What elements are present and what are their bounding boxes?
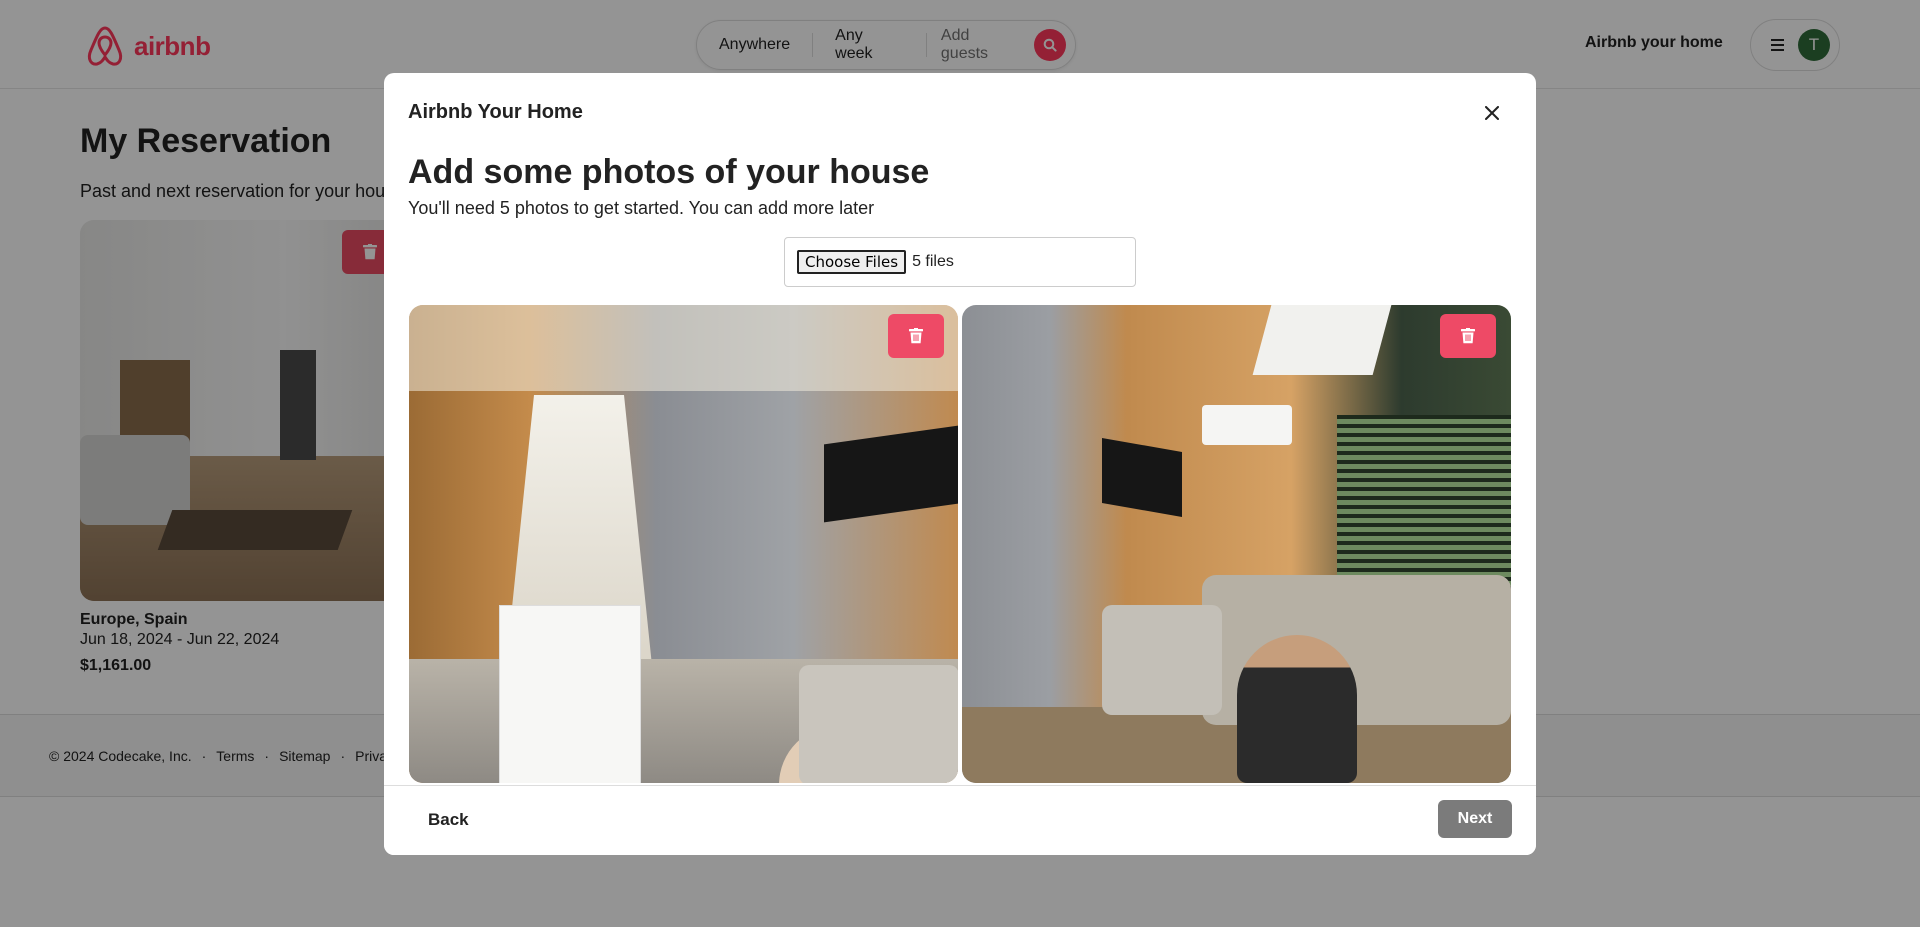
trash-icon [1461, 328, 1475, 344]
uploaded-photo [409, 305, 958, 783]
airbnb-your-home-modal: Airbnb Your Home Add some photos of your… [384, 73, 1536, 855]
modal-footer: Back Next [384, 785, 1536, 855]
delete-photo-button[interactable] [1440, 314, 1496, 358]
modal-heading: Add some photos of your house [408, 153, 930, 191]
file-input[interactable]: Choose Files 5 files [784, 237, 1136, 287]
back-button[interactable]: Back [428, 810, 469, 830]
close-icon [1485, 106, 1499, 120]
next-button[interactable]: Next [1438, 800, 1512, 838]
choose-files-button[interactable]: Choose Files [797, 250, 907, 274]
delete-photo-button[interactable] [888, 314, 944, 358]
uploaded-photo [962, 305, 1511, 783]
file-count-label: 5 files [912, 253, 954, 270]
trash-icon [909, 328, 923, 344]
modal-subheading: You'll need 5 photos to get started. You… [408, 198, 875, 218]
modal-title: Airbnb Your Home [408, 101, 583, 123]
close-button[interactable] [1478, 99, 1506, 127]
